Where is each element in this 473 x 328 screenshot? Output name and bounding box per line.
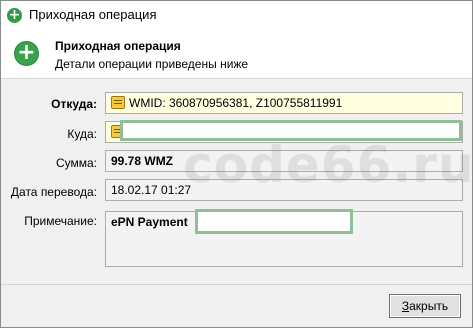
wallet-icon xyxy=(111,96,125,109)
from-value: WMID: 360870956381, Z100755811991 xyxy=(129,96,343,110)
redaction-box xyxy=(120,120,462,141)
close-label-rest: акрыть xyxy=(409,299,449,313)
date-value: 18.02.17 01:27 xyxy=(111,183,192,197)
plus-circle-icon: + xyxy=(7,7,22,23)
header-title: Приходная операция xyxy=(55,39,181,53)
amount-value: 99.78 WMZ xyxy=(111,154,174,168)
amount-label: Сумма: xyxy=(55,156,97,170)
dialog-header: + Приходная операция Детали операции при… xyxy=(1,30,472,79)
amount-field[interactable]: 99.78 WMZ xyxy=(105,150,463,172)
date-field[interactable]: 18.02.17 01:27 xyxy=(105,179,463,201)
note-value: ePN Payment xyxy=(111,215,188,229)
redaction-box xyxy=(195,209,353,234)
to-label: Куда: xyxy=(67,127,97,141)
from-label: Откуда: xyxy=(51,97,97,111)
from-field[interactable]: WMID: 360870956381, Z100755811991 xyxy=(105,92,463,114)
dialog-window: + Приходная операция + Приходная операци… xyxy=(0,0,473,328)
title-bar: + Приходная операция xyxy=(1,1,472,30)
note-label: Примечание: xyxy=(24,214,97,228)
close-button[interactable]: Закрыть xyxy=(389,294,461,318)
header-subtitle: Детали операции приведены ниже xyxy=(55,57,249,71)
date-label: Дата перевода: xyxy=(10,185,97,199)
window-title: Приходная операция xyxy=(29,7,157,22)
footer-divider xyxy=(1,284,472,285)
plus-circle-large-icon: + xyxy=(14,41,39,66)
